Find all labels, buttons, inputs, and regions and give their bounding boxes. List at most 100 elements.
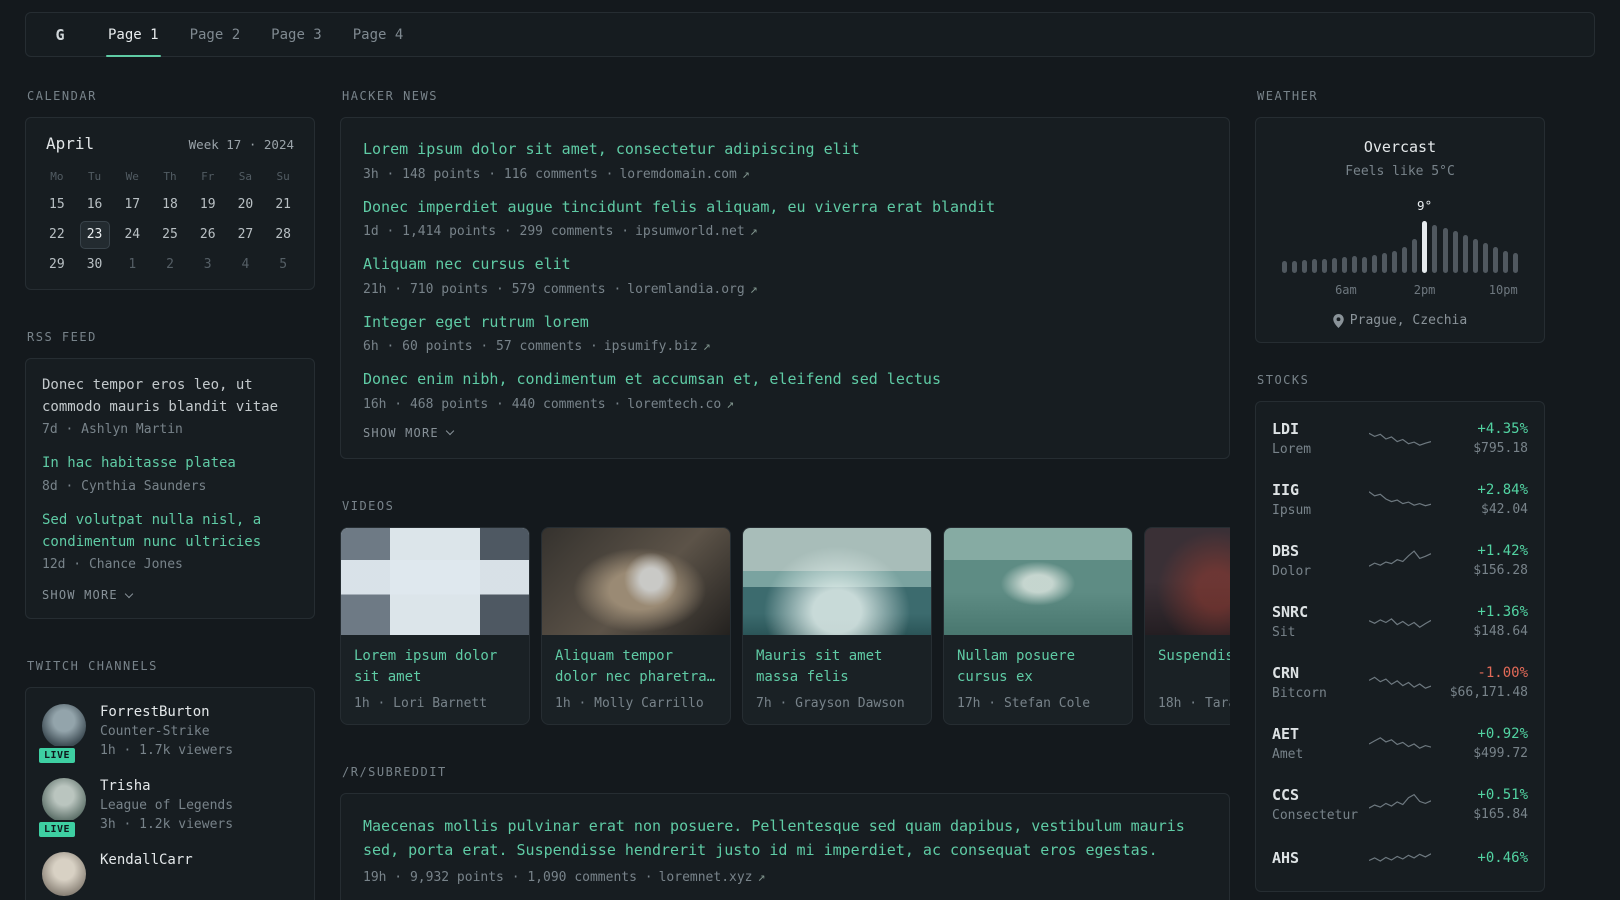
weather-bar [1412,239,1418,273]
weather-bar [1312,259,1318,273]
rss-item: Donec tempor eros leo, ut commodo mauris… [42,375,298,437]
show-more-button[interactable]: SHOW MORE [363,425,455,440]
content-columns: CALENDAR April Week 17 · 2024 Mo Tu We T… [0,89,1620,900]
hn-title-link[interactable]: Integer eget rutrum lorem [363,311,1207,334]
hn-item: Donec imperdiet augue tincidunt felis al… [363,196,1207,240]
rss-title-link[interactable]: Sed volutpat nulla nisl, a condimentum n… [42,510,298,553]
topbar: G Page 1 Page 2 Page 3 Page 4 [25,12,1595,57]
twitch-channel[interactable]: LIVE ForrestBurton Counter-Strike 1h · 1… [37,704,298,766]
stock-change: +2.84% [1477,482,1528,498]
avatar [42,852,86,897]
stock-row[interactable]: AET Amet +0.92% $499.72 [1256,713,1544,774]
stock-row[interactable]: IIG Ipsum +2.84% $42.04 [1256,469,1544,530]
tab-page-3[interactable]: Page 3 [269,13,324,56]
twitch-channel[interactable]: LIVE Trisha League of Legends 3h · 1.2k … [37,778,298,840]
show-more-label: SHOW MORE [363,425,439,440]
hn-domain-link[interactable]: loremtech.co [627,397,721,412]
live-badge: LIVE [37,820,78,840]
weather-bar [1362,257,1368,273]
video-row: Lorem ipsum dolor sit amet consectetu… 1… [340,526,1230,725]
weather-time-label: 2pm [1413,283,1436,297]
rss-title-link[interactable]: Donec tempor eros leo, ut commodo mauris… [42,375,298,418]
rss-title-link[interactable]: In hac habitasse platea [42,453,298,475]
video-card[interactable]: Nullam posuere cursus ex 17h · Stefan Co… [943,526,1133,725]
twitch-widget: TWITCH CHANNELS LIVE ForrestBurton Count… [25,659,315,900]
stock-name: Ipsum [1272,503,1312,518]
calendar-widget: CALENDAR April Week 17 · 2024 Mo Tu We T… [25,89,315,290]
rss-item: In hac habitasse platea 8d · Cynthia Sau… [42,453,298,494]
external-link-icon: ↗ [741,166,750,182]
tab-page-4[interactable]: Page 4 [351,13,406,56]
stocks-widget: STOCKS LDI Lorem +4.35% $795.18 IIG Ipsum +… [1255,373,1545,892]
stock-symbol: LDI [1272,420,1300,438]
right-column: WEATHER Overcast Feels like 5°C 9° 6am 2p… [1255,89,1545,892]
stock-symbol: CRN [1272,664,1300,682]
video-meta: 1h · Lori Barnett [354,695,488,711]
channel-category: Counter-Strike [100,724,210,740]
hn-title-link[interactable]: Aliquam nec cursus elit [363,253,1207,276]
video-title: Suspendisse diam [1158,647,1230,664]
calendar-week-year: Week 17 · 2024 [188,137,294,152]
tab-page-2[interactable]: Page 2 [188,13,243,56]
rss-feed: Donec tempor eros leo, ut commodo mauris… [25,358,315,620]
video-meta: 17h · Stefan Cole [957,695,1091,711]
channel-category: League of Legends [100,798,234,814]
hn-domain-link[interactable]: loremlandia.org [627,282,744,297]
weather-section-title: WEATHER [1257,89,1319,103]
tab-page-1[interactable]: Page 1 [106,13,161,57]
weather-widget: WEATHER Overcast Feels like 5°C 9° 6am 2p… [1255,89,1545,343]
subreddit-post: Maecenas mollis pulvinar erat non posuer… [363,814,1207,885]
stock-row[interactable]: CRN Bitcorn -1.00% $66,171.48 [1256,652,1544,713]
weather-time-label: 6am [1335,283,1357,297]
stock-change: +1.42% [1477,543,1528,559]
video-meta: 7h · Grayson Dawson [756,695,905,711]
show-more-button[interactable]: SHOW MORE [42,588,134,602]
video-card[interactable]: Suspendisse diam 18h · Tara [1144,526,1230,725]
hn-meta-text: 3h · 148 points · 116 comments · [363,166,614,182]
calendar-header: April Week 17 · 2024 [38,132,302,165]
hn-domain-link[interactable]: loremdomain.com [619,167,736,182]
calendar-grid: Mo Tu We Th Fr Sa Su 15 16 17 18 19 20 2… [38,165,302,279]
channel-info: KendallCarr [100,852,193,896]
app-logo[interactable]: G [38,26,82,44]
hn-item: Integer eget rutrum lorem 6h · 60 points… [363,311,1207,355]
hn-meta-text: 1d · 1,414 points · 299 comments · [363,224,630,239]
stock-price: $499.72 [1473,746,1528,761]
video-card[interactable]: Mauris sit amet massa felis 7h · Grayson… [742,526,932,725]
stock-change: +0.46% [1477,850,1528,866]
chevron-down-icon [124,589,134,599]
stock-sparkline [1364,426,1436,452]
twitch-section-title: TWITCH CHANNELS [27,659,158,674]
hn-domain-link[interactable]: ipsumify.biz [604,339,698,354]
stock-price: $148.64 [1473,624,1528,639]
hn-title-link[interactable]: Donec enim nibh, condimentum et accumsan… [363,368,1207,391]
hn-title-link[interactable]: Lorem ipsum dolor sit amet, consectetur … [363,138,1207,161]
stock-row[interactable]: DBS Dolor +1.42% $156.28 [1256,530,1544,591]
stock-change: +1.36% [1477,604,1528,620]
hn-domain-link[interactable]: ipsumworld.net [635,224,745,239]
calendar-day: 26 [199,227,216,242]
rss-item: Sed volutpat nulla nisl, a condimentum n… [42,510,298,572]
video-thumbnail [341,527,529,635]
videos-section-title: VIDEOS [342,498,395,513]
post-domain-link[interactable]: loremnet.xyz [659,870,753,885]
post-title-link[interactable]: Maecenas mollis pulvinar erat non posuer… [363,814,1207,862]
stock-row[interactable]: SNRC Sit +1.36% $148.64 [1256,591,1544,652]
day-of-week-label: Th [163,170,177,183]
stock-row[interactable]: AHS +0.46% [1256,835,1544,885]
video-title: Lorem ipsum dolor sit amet consectetu… [354,647,498,685]
hn-title-link[interactable]: Donec imperdiet augue tincidunt felis al… [363,196,1207,219]
rss-widget: RSS FEED Donec tempor eros leo, ut commo… [25,330,315,620]
stock-row[interactable]: CCS Consectetur +0.51% $165.84 [1256,774,1544,835]
stock-row[interactable]: LDI Lorem +4.35% $795.18 [1256,408,1544,469]
video-card[interactable]: Lorem ipsum dolor sit amet consectetu… 1… [340,526,530,725]
post-meta: 19h · 9,932 points · 1,090 comments · lor… [363,870,1207,885]
calendar-day-next-month: 5 [279,257,288,272]
stock-name: Consectetur [1272,808,1359,823]
calendar-day-next-month: 4 [241,257,250,272]
channel-meta: 1h · 1.7k viewers [100,743,234,759]
left-column: CALENDAR April Week 17 · 2024 Mo Tu We T… [25,89,315,900]
twitch-channel[interactable]: KendallCarr [42,852,298,897]
video-card[interactable]: Aliquam tempor dolor nec pharetra… 1h · … [541,526,731,725]
calendar: April Week 17 · 2024 Mo Tu We Th Fr Sa S… [25,117,315,290]
